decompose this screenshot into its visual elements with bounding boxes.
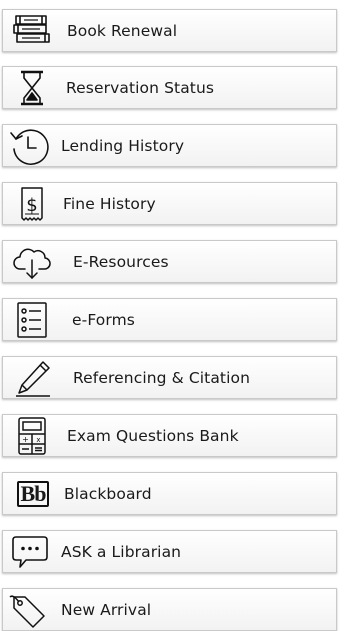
menu-item-label: e-Forms [72, 310, 135, 329]
library-services-menu: Book Renewal Reservation Status Lending … [0, 0, 347, 631]
menu-item-lending-history[interactable]: Lending History [2, 124, 337, 167]
menu-item-label: Book Renewal [67, 21, 178, 40]
menu-item-book-renewal[interactable]: Book Renewal [2, 9, 337, 52]
history-clock-icon [5, 127, 51, 165]
menu-item-label: ASK a Librarian [61, 542, 182, 561]
blackboard-logo-icon: Bb [7, 475, 59, 513]
menu-item-exam-questions-bank[interactable]: + x Exam Questions Bank [2, 414, 337, 457]
menu-item-new-arrival[interactable]: New Arrival [2, 588, 337, 631]
calculator-icon: + x [9, 417, 55, 455]
menu-item-label: Reservation Status [66, 78, 215, 97]
menu-item-label: Referencing & Citation [73, 368, 251, 387]
svg-text:$: $ [26, 195, 37, 216]
menu-item-referencing-citation[interactable]: Referencing & Citation [2, 356, 337, 399]
menu-item-blackboard[interactable]: Bb Blackboard [2, 472, 337, 515]
checklist-icon [9, 301, 55, 339]
svg-text:+: + [22, 435, 29, 444]
menu-item-e-forms[interactable]: e-Forms [2, 298, 337, 341]
svg-text:x: x [36, 436, 40, 444]
menu-item-fine-history[interactable]: $ Fine History [2, 182, 337, 225]
menu-item-label: Lending History [61, 136, 185, 155]
menu-item-label: E-Resources [73, 252, 169, 271]
cloud-download-icon [9, 243, 55, 281]
books-stack-icon [9, 12, 55, 50]
menu-item-label: Exam Questions Bank [67, 426, 239, 445]
menu-item-label: New Arrival [61, 600, 152, 619]
menu-item-label: Fine History [63, 194, 156, 213]
menu-item-reservation-status[interactable]: Reservation Status [2, 66, 337, 109]
menu-item-ask-a-librarian[interactable]: ASK a Librarian [2, 530, 337, 573]
pencil-icon [11, 359, 57, 397]
tag-icon [5, 591, 51, 629]
menu-item-e-resources[interactable]: E-Resources [2, 240, 337, 283]
menu-item-label: Blackboard [64, 484, 152, 503]
hourglass-icon [9, 69, 55, 107]
chat-bubble-icon [7, 533, 53, 571]
receipt-dollar-icon: $ [9, 185, 55, 223]
